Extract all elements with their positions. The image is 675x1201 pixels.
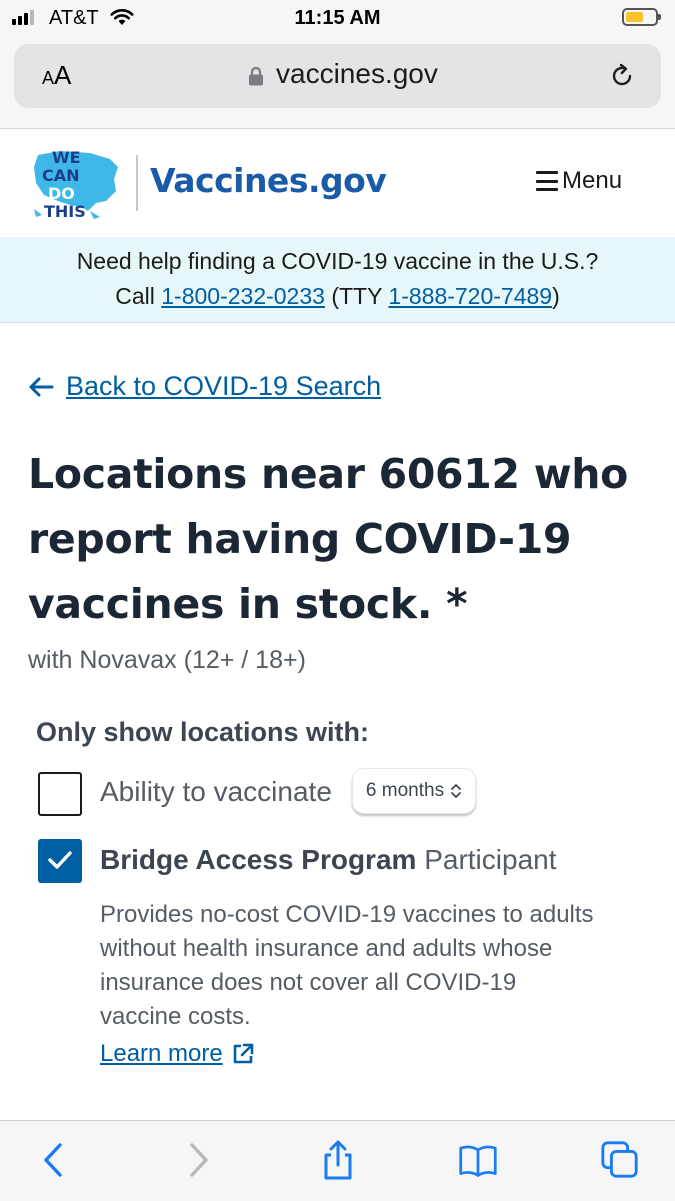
bridge-filter-checkbox[interactable] (38, 839, 82, 883)
page-subtitle: with Novavax (12+ / 18+) (28, 646, 306, 674)
checkmark-icon (48, 851, 72, 869)
logo-text-we: WE (52, 148, 81, 167)
text-size-button[interactable]: AA (42, 60, 71, 91)
logo-divider (136, 155, 138, 211)
lock-icon (249, 66, 263, 86)
help-banner: Need help finding a COVID-19 vaccine in … (0, 237, 675, 323)
back-link-label: Back to COVID-19 Search (66, 371, 382, 401)
arrow-left-icon (29, 377, 54, 396)
url-text[interactable]: vaccines.gov (276, 58, 438, 90)
bookmarks-icon[interactable] (458, 1139, 498, 1181)
browser-bottom-toolbar (0, 1120, 675, 1201)
page-title: Locations near 60612 who report having C… (28, 450, 629, 628)
bridge-description: Provides no-cost COVID-19 vaccines to ad… (100, 901, 594, 1030)
filter-legend: Only show locations with: (36, 717, 370, 747)
learn-more-label: Learn more (100, 1040, 223, 1067)
we-can-do-this-logo[interactable]: WE CAN DO THIS (30, 145, 124, 223)
tty-phone-link[interactable]: 1-888-720-7489 (388, 283, 552, 309)
menu-icon (536, 171, 558, 191)
logo-text-can: CAN (42, 166, 80, 185)
address-bar[interactable]: AA vaccines.gov (14, 44, 661, 108)
age-filter-label[interactable]: Ability to vaccinate (100, 776, 332, 808)
age-select-value: 6 months (365, 780, 445, 801)
tabs-icon[interactable] (600, 1139, 640, 1181)
bridge-filter-row (38, 839, 82, 883)
share-icon[interactable] (318, 1139, 358, 1181)
battery-icon (622, 8, 661, 26)
age-filter-checkbox[interactable] (38, 772, 82, 816)
age-filter-row (38, 770, 82, 818)
select-chevron-icon (451, 784, 461, 798)
forward-icon[interactable] (178, 1139, 218, 1181)
banner-line2: Call 1-800-232-0233 (TTY 1-888-720-7489) (115, 283, 560, 309)
back-icon[interactable] (34, 1139, 74, 1181)
external-link-icon (233, 1043, 254, 1064)
clock: 11:15 AM (294, 7, 381, 29)
menu-label: Menu (562, 167, 623, 194)
logo-text-this: THIS (44, 202, 86, 221)
phone-link[interactable]: 1-800-232-0233 (161, 283, 325, 309)
logo-text-do: DO (48, 184, 75, 203)
site-title[interactable]: Vaccines.gov (150, 161, 387, 200)
bridge-filter-label[interactable]: Bridge Access Program Participant (100, 844, 557, 876)
banner-line1: Need help finding a COVID-19 vaccine in … (76, 248, 599, 274)
reload-icon[interactable] (608, 62, 636, 90)
status-bar: AT&T 11:15 AM (0, 0, 675, 36)
browser-toolbar: AA vaccines.gov (0, 36, 675, 129)
age-select[interactable]: 6 months (352, 768, 476, 814)
menu-button[interactable]: Menu (536, 167, 622, 195)
back-to-search-link[interactable]: Back to COVID-19 Search (28, 371, 381, 402)
learn-more-link[interactable]: Learn more (100, 1040, 255, 1068)
site-header: WE CAN DO THIS Vaccines.gov Menu (0, 129, 675, 238)
